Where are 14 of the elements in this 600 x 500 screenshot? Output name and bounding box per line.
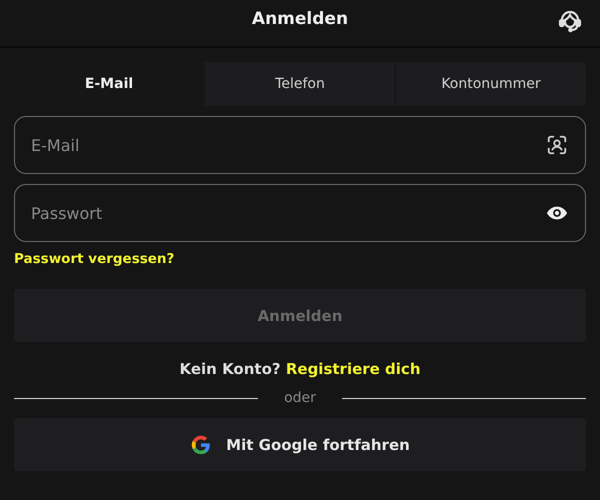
headset-icon[interactable]: [558, 9, 582, 33]
tab[interactable]: Telefon: [204, 62, 395, 106]
input-field[interactable]: Passwort: [14, 184, 586, 242]
page-title: Anmelden: [252, 9, 348, 29]
forgot-password-link[interactable]: Passwort vergessen?: [14, 251, 174, 267]
tab[interactable]: Kontonummer: [395, 62, 586, 106]
face-scan-icon[interactable]: [546, 134, 568, 156]
input-field[interactable]: E-Mail: [14, 116, 586, 174]
divider-label: oder: [283, 390, 317, 406]
signup-link[interactable]: Registriere dich: [286, 360, 420, 378]
google-button[interactable]: Mit Google fortfahren: [14, 418, 586, 471]
tab[interactable]: E-Mail: [14, 62, 204, 106]
signup-prompt: Kein Konto? Registriere dich: [178, 360, 422, 378]
g-logo-icon: [190, 434, 212, 456]
